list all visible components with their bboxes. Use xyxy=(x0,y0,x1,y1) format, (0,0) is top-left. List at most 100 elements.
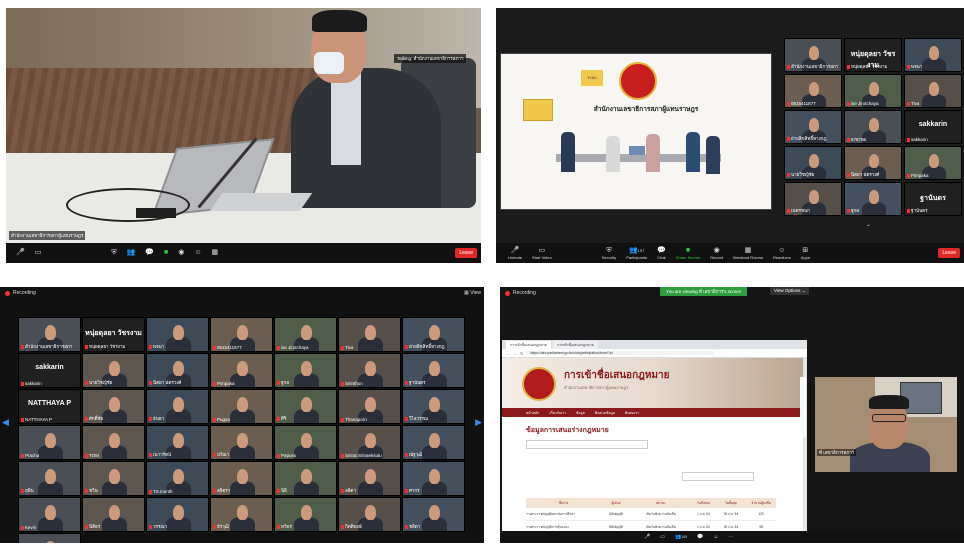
record-button[interactable]: ◉ Record xyxy=(710,243,723,263)
browser-tab[interactable]: การเข้าชื่อเสนอกฎหมาย xyxy=(552,341,598,349)
participant-tile[interactable]: ฐานันดร xyxy=(402,353,465,388)
participant-tile[interactable]: ชวิน xyxy=(82,461,145,496)
participant-tile[interactable]: ศักดิ์ชัย xyxy=(82,389,145,424)
share-screen-button[interactable]: ■ xyxy=(164,243,168,263)
participant-tile[interactable]: ise Jirutchaya xyxy=(274,317,337,352)
participant-tile[interactable]: วิไลวรรณ xyxy=(402,389,465,424)
apps-button[interactable]: ⊞ Apps xyxy=(801,243,810,263)
record-button[interactable]: ◉ xyxy=(178,243,184,263)
participant-tile[interactable]: นิตยา ฉัตรวงศ์ xyxy=(844,146,902,180)
participant-tile[interactable]: หนุ่ยดุลยา วัชรงาม หนุ่ยดุลยา วัชรงาม xyxy=(82,317,145,352)
participant-tile[interactable]: สำนักงานเลขาธิการสภา xyxy=(18,317,81,352)
participant-tile[interactable]: พจนา xyxy=(146,317,209,352)
participant-tile[interactable]: Pugsa xyxy=(210,389,273,424)
participant-tile[interactable]: Papuss xyxy=(274,425,337,460)
participant-tile[interactable]: ise Jirutchaya xyxy=(844,74,902,108)
chat-button[interactable]: 💬 xyxy=(697,531,703,543)
participant-tile[interactable]: ฝ่ายลิขสิทธิ์ทางกฎ xyxy=(784,110,842,144)
view-options-button[interactable]: View Options ⌄ xyxy=(770,287,810,295)
view-button[interactable]: ▦ View xyxy=(464,290,481,296)
participant-tile[interactable]: Kevin xyxy=(18,497,81,532)
participant-tile[interactable]: ณัฐวุฒิ xyxy=(402,425,465,460)
more-button[interactable]: ··· xyxy=(728,531,733,543)
participants-button[interactable]: 👥109 xyxy=(675,531,687,543)
participant-tile[interactable]: sakkarin sakkarin xyxy=(18,353,81,388)
chat-button[interactable]: 💬 Chat xyxy=(657,243,666,263)
participant-tile[interactable]: ชลิดา xyxy=(402,497,465,532)
participant-tile[interactable]: ทวีพร xyxy=(274,497,337,532)
search-input[interactable] xyxy=(526,440,648,449)
participant-tile[interactable]: 678796 xyxy=(844,110,902,144)
reactions-button[interactable]: ☺ Reactions xyxy=(773,243,791,263)
start-video-button[interactable]: ▭ xyxy=(660,531,665,543)
leave-button[interactable]: Leave xyxy=(938,248,960,258)
prev-page-arrow-icon[interactable]: ◀ xyxy=(2,417,9,428)
participant-tile[interactable]: นายวิชญ์ชัย xyxy=(784,146,842,180)
nav-item-info[interactable]: ข้อมูล xyxy=(576,410,585,416)
participants-button[interactable]: 👥107 Participants xyxy=(626,243,647,263)
share-screen-button[interactable]: ■ Share Screen xyxy=(676,243,700,263)
participant-tile[interactable]: TS.month xyxy=(146,461,209,496)
participant-tile[interactable]: ฐานันดร ฐานันดร xyxy=(904,182,962,216)
participant-tile[interactable]: Sirinthon xyxy=(338,353,401,388)
participant-tile[interactable]: 0615411877 xyxy=(784,74,842,108)
participant-tile[interactable]: สำนักงานเลขาธิการสภา xyxy=(784,38,842,72)
participant-tile[interactable]: 0615411877 xyxy=(210,317,273,352)
unmute-button[interactable]: 🎤 xyxy=(16,243,25,263)
scroll-down-icon[interactable]: ⌄ xyxy=(866,221,871,228)
participant-tile[interactable]: นิตยา ฉัตรวงศ์ xyxy=(146,353,209,388)
security-button[interactable]: ⛨ Security xyxy=(602,243,616,263)
nav-item-about[interactable]: เกี่ยวกับเรา xyxy=(549,410,566,416)
participant-tile[interactable]: Sirirat Srinaeksutu xyxy=(338,425,401,460)
participant-tile[interactable]: NATTHAYA P NATTHAYA P xyxy=(18,389,81,424)
participant-tile[interactable]: ลลิตา xyxy=(338,461,401,496)
reactions-button[interactable]: ☺ xyxy=(194,243,201,263)
participant-tile[interactable]: นายวิชญ์ชัย xyxy=(82,353,145,388)
reactions-button[interactable]: ☺ xyxy=(713,531,718,543)
participants-button[interactable]: 👥 xyxy=(127,243,136,263)
participant-tile[interactable]: Tiva xyxy=(904,74,962,108)
chat-button[interactable]: 💬 xyxy=(145,243,154,263)
unmute-button[interactable]: 🎤 Unmute xyxy=(508,243,522,263)
participant-tile[interactable]: เนตรชนก xyxy=(784,182,842,216)
participant-tile[interactable]: Pimpaka xyxy=(904,146,962,180)
unmute-button[interactable]: 🎤 xyxy=(644,531,650,543)
participant-tile[interactable]: ศิริ xyxy=(274,389,337,424)
participant-tile[interactable]: ฐูกล xyxy=(274,353,337,388)
apps-button[interactable]: ▦ xyxy=(212,243,219,263)
participant-tile[interactable]: ศากร xyxy=(402,461,465,496)
participant-tile[interactable]: นิธิ xyxy=(274,461,337,496)
leave-button[interactable]: Leave xyxy=(455,248,477,258)
participant-tile[interactable]: ฝ่ายลิขสิทธิ์ทางกฎ xyxy=(402,317,465,352)
participant-tile[interactable]: หนุ่ยดุลยา วัชรงาม หนุ่ยดุลยา วัชรงาม xyxy=(844,38,902,72)
reload-icon[interactable]: ↻ xyxy=(520,351,523,356)
participant-tile[interactable]: ธีรวุฒิ xyxy=(210,497,273,532)
participant-tile[interactable]: ฐูกล xyxy=(844,182,902,216)
participant-tile[interactable]: Thanaporn xyxy=(338,389,401,424)
nav-item-home[interactable]: หน้าหลัก xyxy=(526,410,539,416)
participant-tile[interactable]: sakkarin sakkarin xyxy=(904,110,962,144)
participant-tile[interactable]: Khlaa xyxy=(18,533,81,543)
participant-tile[interactable]: กิตติพงษ์ xyxy=(338,497,401,532)
participant-tile[interactable]: Tiva xyxy=(338,317,401,352)
security-button[interactable]: ⛨ xyxy=(111,243,116,263)
breakout-rooms-button[interactable]: ▦ Breakout Rooms xyxy=(733,243,763,263)
participant-tile[interactable]: สุจิตรา xyxy=(210,461,273,496)
participant-tile[interactable]: พจนา xyxy=(904,38,962,72)
participant-tile[interactable]: ปวีณา xyxy=(210,425,273,460)
forward-icon[interactable]: → xyxy=(513,351,517,356)
participant-tile[interactable]: TOM xyxy=(82,425,145,460)
back-icon[interactable]: ← xyxy=(506,351,510,356)
participant-tile[interactable]: ธันยา xyxy=(146,389,209,424)
start-video-button[interactable]: ▭ xyxy=(35,243,42,263)
url-field[interactable]: https://dev.parliament.go.th/civicpartic… xyxy=(526,351,715,355)
nav-item-contact[interactable]: ติดต่อเรา xyxy=(625,410,639,416)
participant-tile[interactable]: Pimpaka xyxy=(210,353,273,388)
start-video-button[interactable]: ▭ Start Video xyxy=(532,243,552,263)
participant-tile[interactable]: ยุพิน xyxy=(18,461,81,496)
table-row[interactable]: ร่างพระราชบัญญัติสถาบันการศึกษา นิติบัญญ… xyxy=(526,508,776,521)
participant-tile[interactable]: นิติธร xyxy=(82,497,145,532)
participant-tile[interactable]: เนาวรัตน์ xyxy=(146,425,209,460)
participant-tile[interactable]: Pracha xyxy=(18,425,81,460)
filter-select[interactable] xyxy=(682,472,754,481)
